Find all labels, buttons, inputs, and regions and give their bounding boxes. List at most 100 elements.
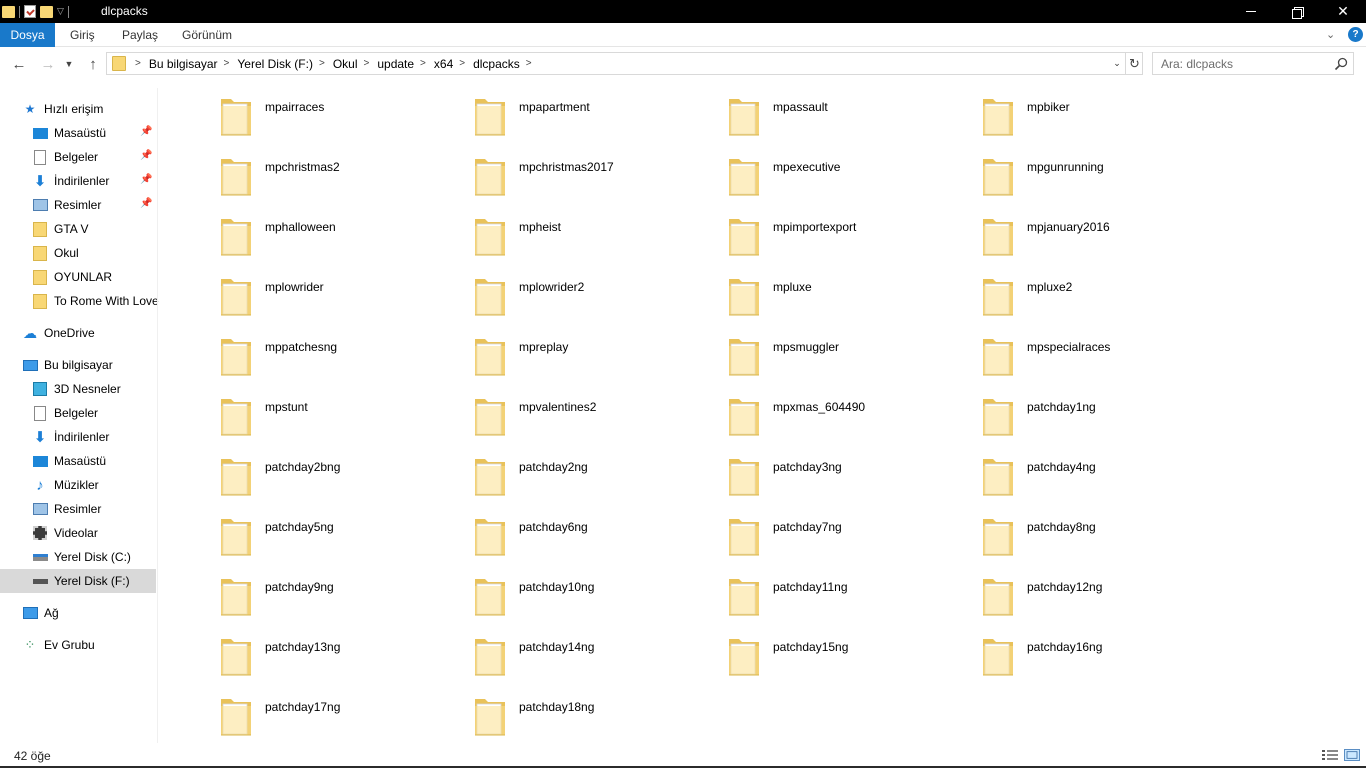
address-history-button[interactable]: ⌄ bbox=[1110, 55, 1124, 72]
folder-item[interactable]: patchday4ng bbox=[982, 448, 1232, 496]
folder-item[interactable]: patchday6ng bbox=[474, 508, 724, 556]
folder-item[interactable]: patchday15ng bbox=[728, 628, 978, 676]
forward-button[interactable]: → bbox=[37, 53, 59, 75]
pin-icon[interactable]: 📌 bbox=[140, 126, 152, 138]
folder-item[interactable]: mpstunt bbox=[220, 388, 470, 436]
folder-item[interactable]: patchday2bng bbox=[220, 448, 470, 496]
pin-icon[interactable]: 📌 bbox=[140, 174, 152, 186]
folder-item[interactable]: patchday7ng bbox=[728, 508, 978, 556]
sidebar-item-desktop[interactable]: Masaüstü 📌 bbox=[0, 121, 156, 145]
details-view-icon[interactable] bbox=[1322, 749, 1338, 761]
folder-item[interactable]: mphalloween bbox=[220, 208, 470, 256]
address-bar[interactable]: > Bu bilgisayar > Yerel Disk (F:) > Okul… bbox=[106, 52, 1143, 75]
sidebar-item-onedrive[interactable]: ☁ OneDrive bbox=[22, 321, 156, 345]
folder-item[interactable]: patchday1ng bbox=[982, 388, 1232, 436]
folder-item[interactable]: mppatchesng bbox=[220, 328, 470, 376]
sidebar-item-downloads[interactable]: ⬇ İndirilenler 📌 bbox=[0, 169, 156, 193]
breadcrumb-drive-f[interactable]: Yerel Disk (F:) bbox=[237, 57, 313, 71]
sidebar-item-quick-access[interactable]: ★ Hızlı erişim bbox=[22, 97, 156, 121]
pin-icon[interactable]: 📌 bbox=[140, 150, 152, 162]
chevron-right-icon[interactable]: > bbox=[420, 58, 426, 69]
chevron-right-icon[interactable]: > bbox=[459, 58, 465, 69]
folder-item[interactable]: patchday13ng bbox=[220, 628, 470, 676]
sidebar-item-network[interactable]: Ağ bbox=[22, 601, 156, 625]
breadcrumb-x64[interactable]: x64 bbox=[434, 57, 453, 71]
folder-item[interactable]: patchday10ng bbox=[474, 568, 724, 616]
folder-item[interactable]: mpassault bbox=[728, 88, 978, 136]
folder-item[interactable]: patchday17ng bbox=[220, 688, 470, 736]
sidebar-item-desktop-pc[interactable]: Masaüstü bbox=[0, 449, 156, 473]
tab-view[interactable]: Görünüm bbox=[170, 23, 244, 47]
folder-item[interactable]: patchday8ng bbox=[982, 508, 1232, 556]
folder-item[interactable]: mpluxe2 bbox=[982, 268, 1232, 316]
folder-item[interactable]: mpvalentines2 bbox=[474, 388, 724, 436]
tab-home[interactable]: Giriş bbox=[58, 23, 107, 47]
breadcrumb-okul[interactable]: Okul bbox=[333, 57, 358, 71]
help-button[interactable]: ? bbox=[1348, 27, 1363, 42]
properties-icon[interactable] bbox=[24, 5, 36, 18]
close-button[interactable]: ✕ bbox=[1320, 0, 1366, 23]
folder-item[interactable]: mpjanuary2016 bbox=[982, 208, 1232, 256]
folder-item[interactable]: mpxmas_604490 bbox=[728, 388, 978, 436]
folder-item[interactable]: mpspecialraces bbox=[982, 328, 1232, 376]
tab-share[interactable]: Paylaş bbox=[110, 23, 170, 47]
folder-item[interactable]: mpsmuggler bbox=[728, 328, 978, 376]
sidebar-item-okul[interactable]: Okul bbox=[0, 241, 156, 265]
back-button[interactable]: ← bbox=[8, 53, 30, 75]
sidebar-item-drive-f[interactable]: Yerel Disk (F:) bbox=[0, 569, 156, 593]
sidebar-item-this-pc[interactable]: Bu bilgisayar bbox=[22, 353, 156, 377]
sidebar-item-pictures[interactable]: Resimler 📌 bbox=[0, 193, 156, 217]
new-folder-icon[interactable] bbox=[40, 5, 53, 18]
sidebar-item-downloads-pc[interactable]: ⬇ İndirilenler bbox=[0, 425, 156, 449]
folder-item[interactable]: mpapartment bbox=[474, 88, 724, 136]
sidebar-item-pictures-pc[interactable]: Resimler bbox=[0, 497, 156, 521]
folder-item[interactable]: mpexecutive bbox=[728, 148, 978, 196]
breadcrumb-this-pc[interactable]: Bu bilgisayar bbox=[149, 57, 218, 71]
folder-item[interactable]: mpreplay bbox=[474, 328, 724, 376]
restore-button[interactable] bbox=[1274, 0, 1320, 23]
recent-locations-button[interactable]: ▼ bbox=[62, 53, 76, 75]
chevron-right-icon[interactable]: > bbox=[364, 58, 370, 69]
refresh-button[interactable]: ↻ bbox=[1125, 53, 1143, 74]
folder-item[interactable]: mpimportexport bbox=[728, 208, 978, 256]
chevron-down-icon[interactable]: ▽ bbox=[57, 6, 64, 17]
folder-item[interactable]: patchday18ng bbox=[474, 688, 724, 736]
search-input[interactable]: Ara: dlcpacks bbox=[1152, 52, 1354, 75]
sidebar-item-documents-pc[interactable]: Belgeler bbox=[0, 401, 156, 425]
sidebar-item-gta-v[interactable]: GTA V bbox=[0, 217, 156, 241]
folder-item[interactable]: mpheist bbox=[474, 208, 724, 256]
folder-icon[interactable] bbox=[2, 5, 15, 18]
sidebar-item-drive-c[interactable]: Yerel Disk (C:) bbox=[0, 545, 156, 569]
large-icons-view-icon[interactable] bbox=[1344, 749, 1360, 761]
folder-item[interactable]: patchday9ng bbox=[220, 568, 470, 616]
sidebar-item-to-rome-with-love[interactable]: To Rome With Love bbox=[0, 289, 159, 313]
sidebar-item-documents[interactable]: Belgeler 📌 bbox=[0, 145, 156, 169]
chevron-right-icon[interactable]: > bbox=[319, 58, 325, 69]
minimize-button[interactable] bbox=[1228, 0, 1274, 23]
expand-ribbon-icon[interactable]: ⌄ bbox=[1326, 28, 1335, 41]
folder-item[interactable]: mpchristmas2017 bbox=[474, 148, 724, 196]
pin-icon[interactable]: 📌 bbox=[140, 198, 152, 210]
tab-file[interactable]: Dosya bbox=[0, 23, 55, 47]
sidebar-item-videos[interactable]: Videolar bbox=[0, 521, 156, 545]
sidebar-item-homegroup[interactable]: ⁘ Ev Grubu bbox=[22, 633, 156, 657]
sidebar-item-3d-objects[interactable]: 3D Nesneler bbox=[0, 377, 156, 401]
folder-item[interactable]: mpluxe bbox=[728, 268, 978, 316]
folder-item[interactable]: patchday2ng bbox=[474, 448, 724, 496]
folder-item[interactable]: mpgunrunning bbox=[982, 148, 1232, 196]
folder-item[interactable]: mpairraces bbox=[220, 88, 470, 136]
chevron-right-icon[interactable]: > bbox=[224, 58, 230, 69]
up-button[interactable]: ↑ bbox=[82, 53, 104, 75]
sidebar-item-oyunlar[interactable]: OYUNLAR bbox=[0, 265, 156, 289]
folder-item[interactable]: patchday3ng bbox=[728, 448, 978, 496]
sidebar-item-music[interactable]: ♪ Müzikler bbox=[0, 473, 156, 497]
folder-item[interactable]: patchday14ng bbox=[474, 628, 724, 676]
folder-item[interactable]: mpbiker bbox=[982, 88, 1232, 136]
folder-item[interactable]: patchday12ng bbox=[982, 568, 1232, 616]
breadcrumb-update[interactable]: update bbox=[377, 57, 414, 71]
breadcrumb-dlcpacks[interactable]: dlcpacks bbox=[473, 57, 520, 71]
folder-item[interactable]: mplowrider bbox=[220, 268, 470, 316]
folder-item[interactable]: patchday5ng bbox=[220, 508, 470, 556]
folder-item[interactable]: mpchristmas2 bbox=[220, 148, 470, 196]
folder-item[interactable]: patchday16ng bbox=[982, 628, 1232, 676]
